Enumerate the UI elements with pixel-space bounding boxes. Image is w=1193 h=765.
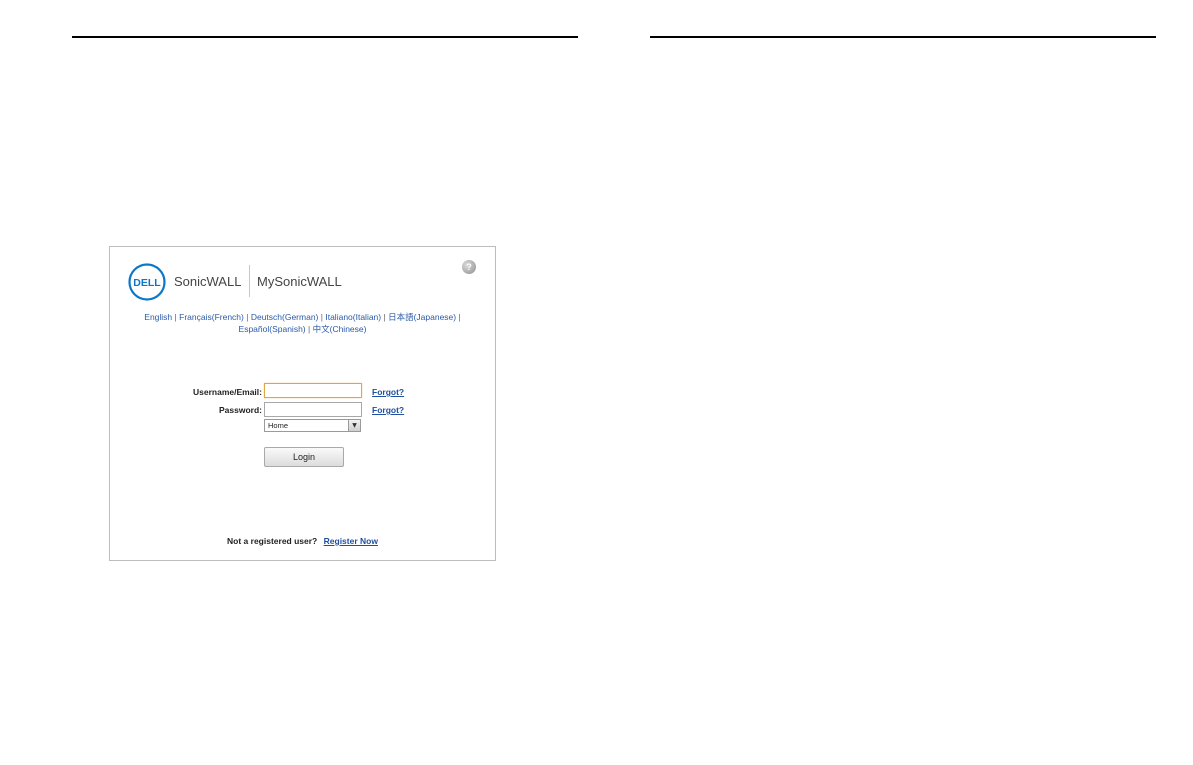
login-destination-value: Home [268, 421, 289, 430]
dell-logo: DELL [128, 263, 166, 301]
register-now-link[interactable]: Register Now [324, 536, 378, 546]
language-link-japanese[interactable]: 日本語(Japanese) [388, 312, 456, 322]
register-prompt: Not a registered user? Register Now [110, 536, 495, 546]
language-separator: | [383, 312, 386, 322]
language-link-french[interactable]: Français(French) [179, 312, 244, 322]
language-separator: | [246, 312, 249, 322]
brand-portal-name: MySonicWALL [257, 274, 342, 289]
language-separator: | [174, 312, 177, 322]
password-field[interactable] [264, 402, 362, 417]
dell-logo-text: DELL [133, 277, 161, 289]
page-header-rule-right [650, 36, 1156, 38]
language-link-chinese[interactable]: 中文(Chinese) [313, 324, 367, 334]
page-header-rule-left [72, 36, 578, 38]
login-button[interactable]: Login [264, 447, 344, 467]
username-label: Username/Email: [193, 387, 262, 397]
brand-product-name: SonicWALL [174, 274, 242, 289]
brand-divider [249, 265, 250, 297]
help-icon[interactable]: ? [462, 260, 476, 274]
language-link-german[interactable]: Deutsch(German) [251, 312, 319, 322]
language-link-spanish[interactable]: Español(Spanish) [239, 324, 306, 334]
forgot-username-link[interactable]: Forgot? [372, 387, 404, 397]
register-prompt-text: Not a registered user? [227, 536, 318, 546]
language-selector: English | Français(French) | Deutsch(Ger… [120, 311, 485, 335]
language-separator: | [308, 324, 311, 334]
login-destination-select[interactable]: Home ▼ [264, 419, 361, 432]
login-panel-screenshot: ? DELL SonicWALL MySonicWALL English | F… [109, 246, 496, 561]
username-field[interactable] [264, 383, 362, 398]
language-link-english[interactable]: English [144, 312, 172, 322]
forgot-password-link[interactable]: Forgot? [372, 405, 404, 415]
language-separator: | [320, 312, 323, 322]
language-link-italian[interactable]: Italiano(Italian) [325, 312, 381, 322]
password-label: Password: [219, 405, 262, 415]
chevron-down-icon[interactable]: ▼ [348, 420, 360, 431]
language-separator: | [458, 312, 461, 322]
